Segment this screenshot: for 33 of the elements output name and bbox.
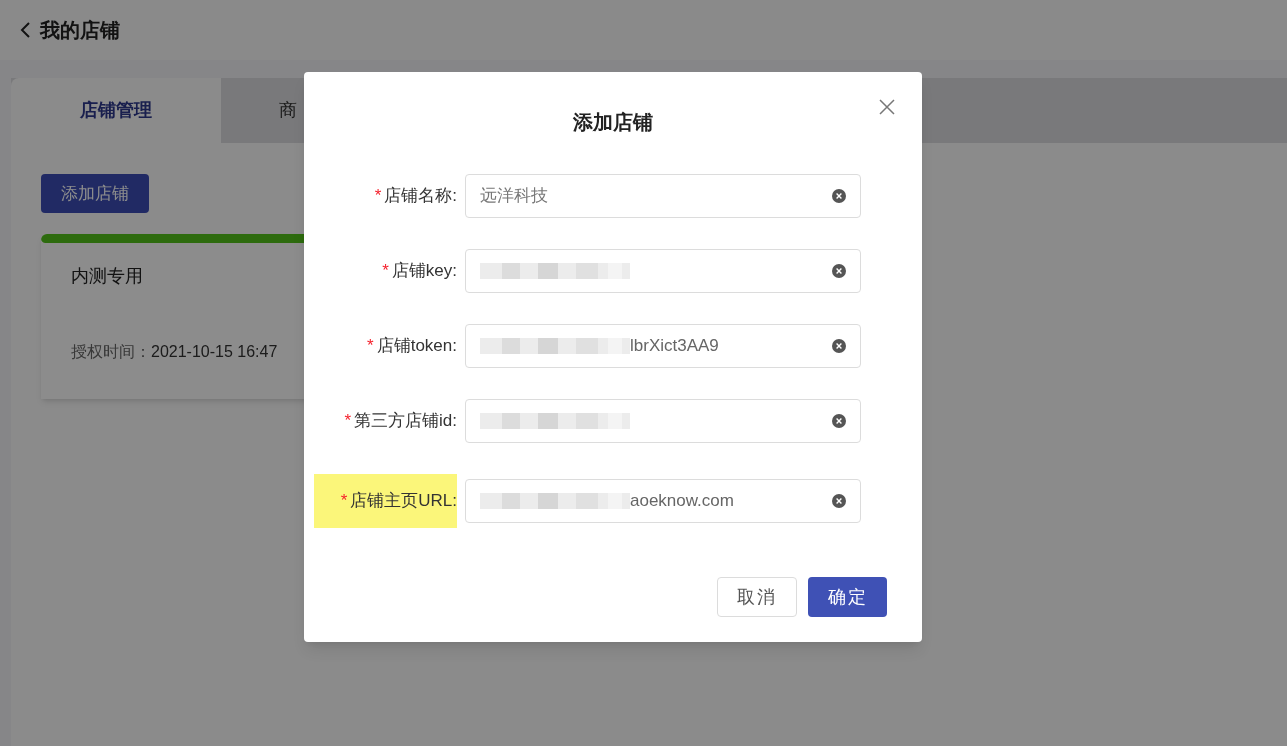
required-mark: * [344, 410, 352, 433]
required-mark: * [374, 185, 382, 208]
text-field[interactable] [465, 399, 861, 443]
clear-icon[interactable] [832, 264, 846, 278]
required-mark: * [340, 490, 348, 513]
tab[interactable]: 店铺管理 [11, 78, 221, 143]
clear-icon[interactable] [832, 494, 846, 508]
required-mark: * [367, 335, 374, 358]
field-label: 店铺主页URL: [350, 490, 457, 513]
auth-time-label: 授权时间： [71, 342, 151, 362]
confirm-button[interactable]: 确定 [808, 577, 887, 617]
field-value: lbrXict3AA9 [630, 335, 719, 358]
text-field[interactable]: aoeknow.com [465, 479, 861, 523]
dialog-title: 添加店铺 [573, 110, 653, 135]
shop-name: 内测专用 [71, 265, 143, 288]
add-shop-button[interactable]: 添加店铺 [41, 174, 149, 213]
clear-icon[interactable] [832, 414, 846, 428]
auth-time: 2021-10-15 16:47 [151, 342, 278, 362]
text-field[interactable]: 远洋科技 [465, 174, 861, 218]
cancel-button[interactable]: 取消 [717, 577, 797, 617]
field-label: 第三方店铺id: [354, 410, 457, 433]
back-icon[interactable] [18, 21, 32, 39]
field-label: 店铺名称: [384, 185, 457, 208]
field-value: aoeknow.com [630, 490, 734, 513]
close-icon[interactable] [879, 99, 895, 115]
clear-icon[interactable] [832, 189, 846, 203]
tab[interactable]: 商 [221, 78, 297, 143]
page-title: 我的店铺 [40, 18, 120, 43]
required-mark: * [382, 260, 389, 283]
text-field[interactable] [465, 249, 861, 293]
text-field[interactable]: lbrXict3AA9 [465, 324, 861, 368]
clear-icon[interactable] [832, 339, 846, 353]
field-value: 远洋科技 [480, 185, 548, 208]
